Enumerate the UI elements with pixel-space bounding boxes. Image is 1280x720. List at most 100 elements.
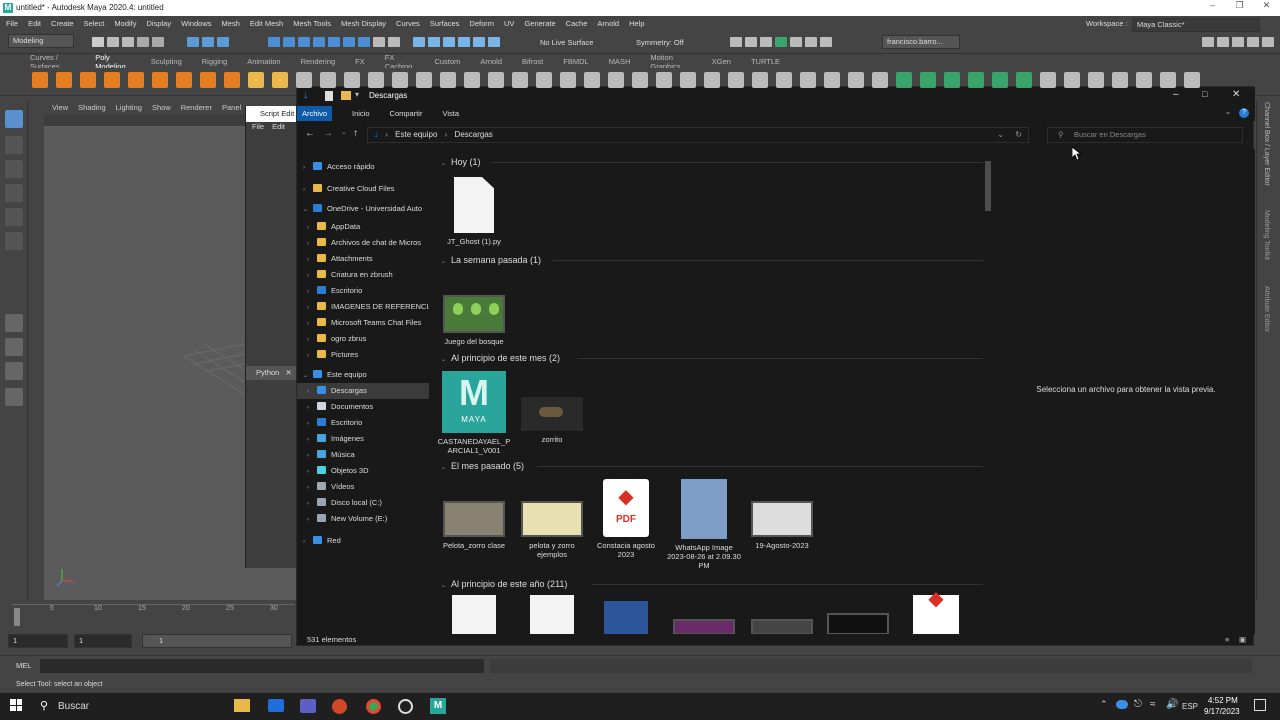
expand-chevron-icon[interactable]: › [307,512,317,527]
mode-dropdown[interactable]: Modeling [8,34,74,48]
workspace-dropdown[interactable]: Maya Classic* [1132,18,1260,32]
new-scene-icon[interactable] [92,37,104,47]
viewport-menu-item[interactable]: Panel [222,103,241,112]
menu-edit[interactable]: Edit [28,19,41,28]
shelf-tool-icon[interactable] [680,72,696,88]
maya-taskbar-icon[interactable]: M [430,698,446,714]
current-frame-marker[interactable] [14,608,20,626]
command-input[interactable] [40,659,484,673]
nav-item[interactable]: › IMAGENES DE REFERENCIA [297,299,429,315]
time-slider[interactable]: 5 10 15 20 25 30 [0,600,300,630]
lock-icon[interactable] [373,37,385,47]
ribbon-tab-archivo[interactable]: Archivo [297,105,333,121]
nav-item[interactable]: › ogro zbrus [297,331,429,347]
select-component-icon[interactable] [217,37,229,47]
shelf-tool-icon[interactable] [440,72,456,88]
details-view-icon[interactable]: ≡ [1225,633,1229,647]
nav-item[interactable]: › Disco local (C:) [297,495,429,511]
shelf-tool-icon[interactable] [752,72,768,88]
minimize-icon[interactable]: – [1199,0,1226,16]
shelf-tool-icon[interactable] [800,72,816,88]
expand-chevron-icon[interactable]: ⌄ [303,202,313,217]
open-scene-icon[interactable] [107,37,119,47]
sym-icon[interactable] [388,37,400,47]
nav-item[interactable]: › Archivos de chat de Micros [297,235,429,251]
menu-select[interactable]: Select [84,19,105,28]
up-icon[interactable]: ↑ [353,128,358,139]
file-item[interactable]: ◆ [899,589,973,634]
nav-item[interactable]: › Descargas [297,383,429,399]
shelf-tool-icon[interactable] [728,72,744,88]
ribbon-tab-inicio[interactable]: Inicio [352,109,370,118]
recent-locations-icon[interactable]: ⌄ [341,128,347,136]
file-item[interactable]: ◆ PDF Constacia agosto 2023 [589,479,663,559]
clock-date[interactable]: 9/17/2023 [1204,707,1240,716]
nav-item[interactable]: ⌄ Este equipo [297,367,429,383]
expand-chevron-icon[interactable]: › [307,448,317,463]
shelf-tab[interactable]: Rendering [301,57,336,66]
viewport-menu-item[interactable]: Show [152,103,171,112]
menu-cache[interactable]: Cache [566,19,588,28]
shelf-tool-icon[interactable] [320,72,336,88]
shelf-tool-icon[interactable] [296,72,312,88]
snap-magnet-icon[interactable] [358,37,370,47]
shelf-tool-icon[interactable] [848,72,864,88]
attribute-editor-tab[interactable]: Attribute Editor [1263,286,1270,332]
mail-taskbar-icon[interactable] [268,699,284,712]
tray-overflow-icon[interactable]: ⌃ [1100,699,1108,710]
wifi-tray-icon[interactable]: ≈ [1150,699,1156,710]
menu-display[interactable]: Display [147,19,172,28]
shelf-tool-icon[interactable] [1136,72,1152,88]
shelf-tool-icon[interactable] [608,72,624,88]
shelf-tool-icon[interactable] [920,72,936,88]
shelf-tool-icon[interactable] [536,72,552,88]
shelf-tool-icon[interactable] [56,72,72,88]
snap-curve-icon[interactable] [283,37,295,47]
command-language[interactable]: MEL [16,661,31,670]
shelf-tool-icon[interactable] [560,72,576,88]
ribbon-tab-compartir[interactable]: Compartir [390,109,423,118]
nav-item[interactable]: › Escritorio [297,283,429,299]
ribbon-tab-vista[interactable]: Vista [442,109,459,118]
shelf-tool-icon[interactable] [104,72,120,88]
menu-edit-mesh[interactable]: Edit Mesh [250,19,283,28]
expand-chevron-icon[interactable]: › [307,220,317,235]
nav-item[interactable]: › AppData [297,219,429,235]
nav-item[interactable]: › Microsoft Teams Chat Files [297,315,429,331]
channel-box-tab[interactable]: Channel Box / Layer Editor [1263,102,1270,186]
channel-box-icon[interactable] [1247,37,1259,47]
menu-deform[interactable]: Deform [469,19,494,28]
shelf-tool-icon[interactable] [32,72,48,88]
shelf-tool-icon[interactable] [704,72,720,88]
expand-chevron-icon[interactable]: › [307,332,317,347]
range-current-field[interactable]: 1 [74,634,132,648]
shelf-tab[interactable]: Bifrost [522,57,543,66]
shelf-tool-icon[interactable] [392,72,408,88]
shelf-tool-icon[interactable] [152,72,168,88]
forward-icon[interactable]: → [323,128,333,139]
clock-time[interactable]: 4:52 PM [1208,696,1238,705]
range-start-field[interactable]: 1 [8,634,68,648]
snap-together-icon[interactable] [443,37,455,47]
file-item[interactable]: pelota y zorro ejemplos [515,501,589,559]
shelf-tool-icon[interactable] [1088,72,1104,88]
expand-chevron-icon[interactable]: › [307,464,317,479]
paint-select-icon[interactable] [5,160,23,178]
teams-taskbar-icon[interactable] [300,699,316,713]
nav-item[interactable]: › Pictures [297,347,429,363]
snap-view-icon[interactable] [313,37,325,47]
nav-item[interactable]: › Red [297,533,429,549]
outliner-icon[interactable] [5,388,23,406]
group-header[interactable]: ⌄ Al principio de este mes (2) [441,351,991,365]
shelf-tool-icon[interactable] [872,72,888,88]
shelf-tool-icon[interactable] [272,72,288,88]
shelf-tool-icon[interactable] [1184,72,1200,88]
menu-arnold[interactable]: Arnold [597,19,619,28]
shelf-tool-icon[interactable] [200,72,216,88]
snap-point-icon[interactable] [298,37,310,47]
breadcrumb-descargas[interactable]: Descargas [455,130,493,139]
modeling-toolkit-tab[interactable]: Modeling Toolkit [1263,210,1270,260]
select-hierarchy-icon[interactable] [187,37,199,47]
unity-hub-taskbar-icon[interactable] [398,699,413,714]
expand-chevron-icon[interactable]: › [307,284,317,299]
